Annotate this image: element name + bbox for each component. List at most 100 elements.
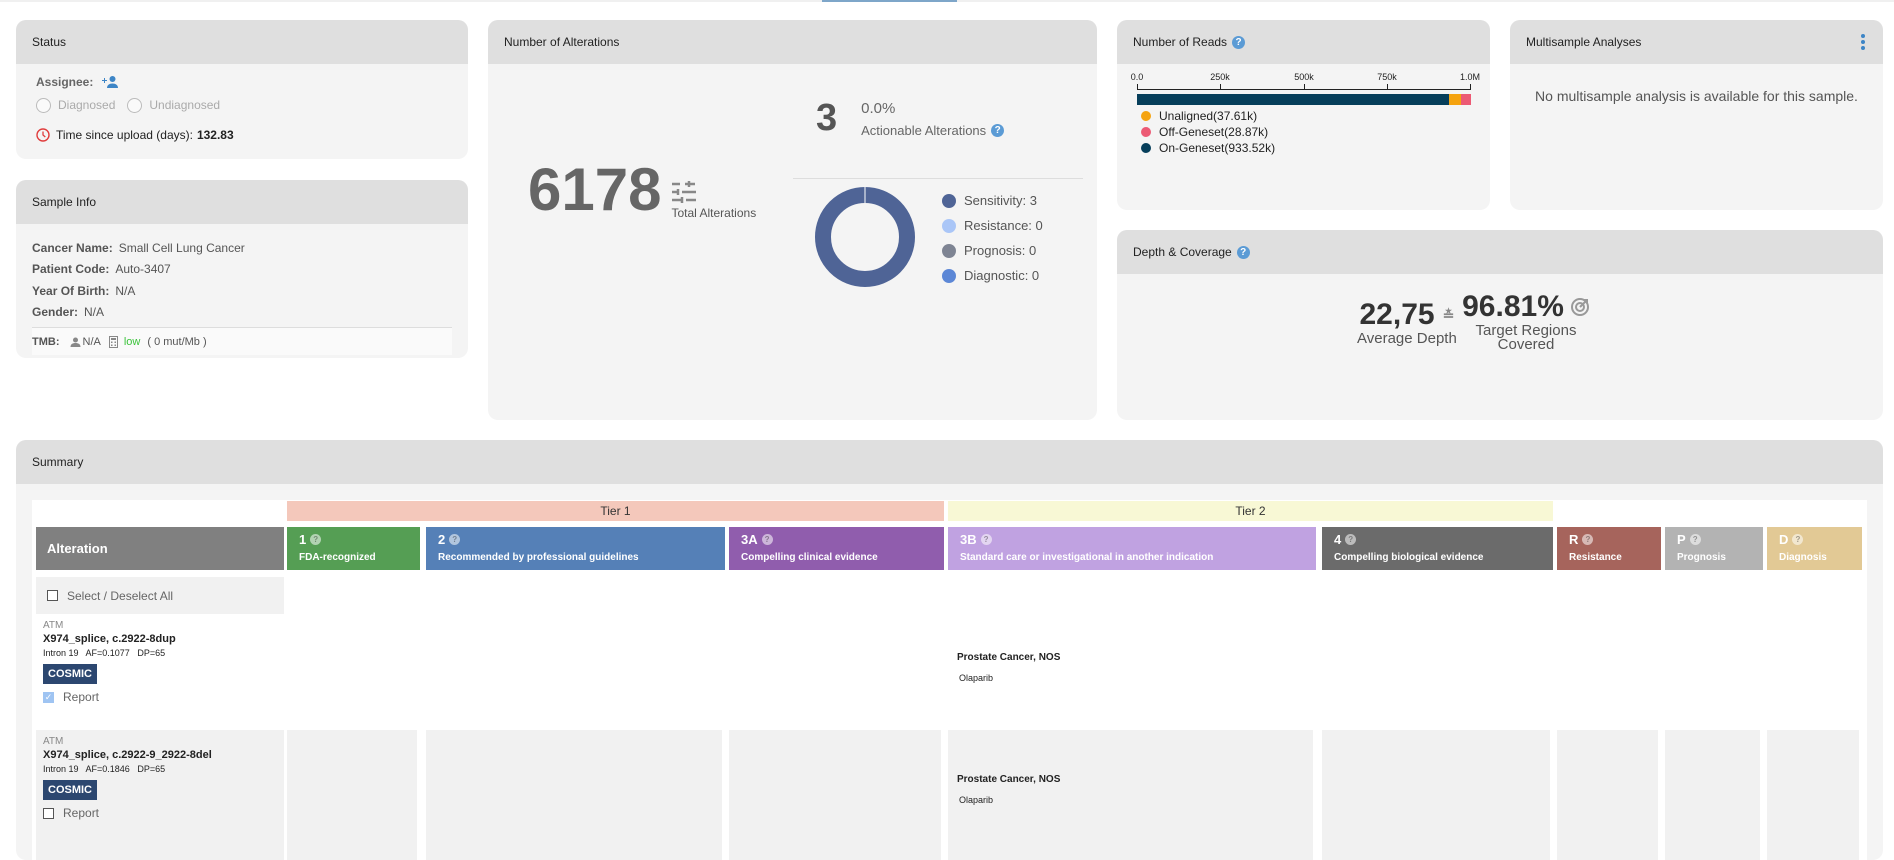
help-icon[interactable]: ? bbox=[991, 123, 1005, 137]
summary-panel: Summary Tier 1 Tier 2 Alteration Select … bbox=[16, 440, 1883, 860]
legend-swatch bbox=[1141, 127, 1151, 137]
column-header-resistance[interactable]: R? Resistance bbox=[1557, 527, 1661, 570]
legend-label: Unaligned(37.61k) bbox=[1159, 109, 1258, 123]
actionable-label: Actionable Alterations bbox=[861, 122, 987, 138]
active-tab-indicator[interactable] bbox=[822, 0, 957, 2]
column-description: Resistance bbox=[1569, 552, 1622, 563]
reads-legend-item[interactable]: On-Geneset(933.52k) bbox=[1141, 140, 1275, 156]
help-icon[interactable]: ? bbox=[310, 533, 322, 545]
tmb-person-value: N/A bbox=[82, 335, 101, 348]
field-key: Gender: bbox=[32, 305, 79, 320]
alteration-name[interactable]: X974_splice, c.2922-8dup bbox=[43, 633, 284, 645]
add-user-icon[interactable] bbox=[101, 75, 119, 89]
help-icon[interactable]: ? bbox=[449, 533, 461, 545]
cosmic-badge[interactable]: COSMIC bbox=[43, 664, 97, 684]
column-header-tier-3b[interactable]: 3B? Standard care or investigational in a… bbox=[948, 527, 1316, 570]
drug-name[interactable]: Olaparib bbox=[957, 673, 1313, 683]
report-checkbox[interactable] bbox=[43, 807, 54, 819]
alteration-name[interactable]: X974_splice, c.2922-9_2922-8del bbox=[43, 749, 284, 761]
status-panel: Status Assignee: Diagnosed Undiagnosed T… bbox=[16, 20, 468, 159]
cosmic-badge[interactable]: COSMIC bbox=[43, 780, 97, 800]
column-code: R bbox=[1569, 531, 1579, 547]
help-icon[interactable]: ? bbox=[1236, 245, 1250, 259]
coverage-label: Target Regions Covered bbox=[1475, 322, 1577, 353]
legend-label: On-Geneset(933.52k) bbox=[1159, 141, 1276, 155]
alteration-column-header[interactable]: Alteration bbox=[36, 527, 284, 570]
column-code: 3B bbox=[960, 531, 977, 547]
column-description: Standard care or investigational in anot… bbox=[960, 552, 1214, 563]
evidence-cell-tier-2 bbox=[426, 730, 722, 860]
time-since-upload-label: Time since upload (days): bbox=[56, 128, 193, 142]
legend-label: Diagnostic: 0 bbox=[964, 268, 1040, 283]
report-label: Report bbox=[63, 806, 100, 820]
total-alterations-label: Total Alterations bbox=[671, 206, 757, 220]
filter-sliders-icon[interactable] bbox=[671, 180, 697, 204]
indication-name[interactable]: Prostate Cancer, NOS bbox=[957, 774, 1313, 785]
column-header-tier-2[interactable]: 2? Recommended by professional guidelines bbox=[426, 527, 725, 570]
legend-item-prognosis[interactable]: Prognosis: 0 bbox=[942, 238, 1043, 263]
tier-2-band: Tier 2 bbox=[948, 501, 1553, 521]
field-value: Auto-3407 bbox=[115, 262, 171, 277]
column-header-diagnosis[interactable]: D? Diagnosis bbox=[1767, 527, 1862, 570]
help-icon[interactable]: ? bbox=[980, 533, 992, 545]
select-all-checkbox[interactable] bbox=[47, 590, 58, 601]
sample-info-panel: Sample Info Cancer Name: Small Cell Lung … bbox=[16, 180, 468, 358]
reads-bar-segment-on-geneset[interactable] bbox=[1137, 94, 1449, 105]
diagnosed-radio[interactable] bbox=[36, 97, 51, 113]
actionable-legend: Sensitivity: 3 Resistance: 0 Prognosis: 0 D… bbox=[942, 188, 1043, 288]
alteration-cell: ATM X974_splice, c.2922-8dup Intron 19 AF=… bbox=[36, 614, 284, 730]
help-icon[interactable]: ? bbox=[1582, 533, 1594, 545]
cancer-name-field: Cancer Name: Small Cell Lung Cancer bbox=[32, 237, 452, 259]
report-checkbox[interactable]: ✓ bbox=[43, 691, 54, 703]
legend-label: Sensitivity: 3 bbox=[964, 193, 1037, 208]
column-header-tier-1[interactable]: 1? FDA-recognized bbox=[287, 527, 420, 570]
undiagnosed-label: Undiagnosed bbox=[149, 98, 221, 112]
coverage-value: 96.81% bbox=[1462, 290, 1564, 323]
column-description: FDA-recognized bbox=[299, 552, 376, 563]
column-header-tier-3a[interactable]: 3A? Compelling clinical evidence bbox=[729, 527, 944, 570]
reads-legend-item[interactable]: Unaligned(37.61k) bbox=[1141, 108, 1275, 124]
evidence-cell-resistance bbox=[1557, 730, 1658, 860]
tier-1-band: Tier 1 bbox=[287, 501, 944, 521]
actionable-percent: 0.0% bbox=[861, 99, 896, 117]
drug-name[interactable]: Olaparib bbox=[957, 795, 1313, 805]
reads-axis: 0.0 250k 500k 750k 1.0M bbox=[1131, 72, 1480, 92]
reads-bar-segment-unaligned[interactable] bbox=[1448, 94, 1462, 105]
more-options-icon[interactable] bbox=[1861, 34, 1867, 50]
gender-field: Gender: N/A bbox=[32, 302, 452, 324]
legend-item-diagnostic[interactable]: Diagnostic: 0 bbox=[942, 263, 1043, 288]
tmb-value: ( 0 mut/Mb ) bbox=[147, 335, 207, 348]
undiagnosed-radio[interactable] bbox=[127, 97, 143, 113]
legend-item-sensitivity[interactable]: Sensitivity: 3 bbox=[942, 188, 1043, 213]
report-label: Report bbox=[63, 690, 100, 704]
time-since-upload-value: 132.83 bbox=[196, 128, 234, 142]
column-header-prognosis[interactable]: P? Prognosis bbox=[1665, 527, 1763, 570]
select-all-row[interactable]: Select / Deselect All bbox=[36, 577, 284, 614]
help-icon[interactable]: ? bbox=[1232, 35, 1246, 49]
axis-tick-label: 500k bbox=[1294, 72, 1314, 82]
evidence-cell-tier-4 bbox=[1322, 730, 1550, 860]
axis-tick bbox=[1220, 84, 1221, 90]
legend-item-resistance[interactable]: Resistance: 0 bbox=[942, 213, 1043, 238]
indication-name[interactable]: Prostate Cancer, NOS bbox=[957, 652, 1313, 663]
divider bbox=[793, 178, 1083, 179]
column-code: 4 bbox=[1334, 531, 1342, 547]
column-code: 1 bbox=[299, 531, 307, 547]
help-icon[interactable]: ? bbox=[1689, 533, 1701, 545]
help-icon[interactable]: ? bbox=[1345, 533, 1357, 545]
reads-legend-item[interactable]: Off-Geneset(28.87k) bbox=[1141, 124, 1275, 140]
summary-table: Tier 1 Tier 2 Alteration Select / Desele… bbox=[32, 500, 1867, 860]
help-icon[interactable]: ? bbox=[761, 533, 773, 545]
column-description: Diagnosis bbox=[1779, 552, 1827, 563]
evidence-cell-tier-1 bbox=[287, 730, 417, 860]
reads-bar-segment-off-geneset[interactable] bbox=[1461, 94, 1471, 105]
donut-slice-sensitivity[interactable] bbox=[815, 187, 915, 287]
axis-tick-label: 750k bbox=[1377, 72, 1397, 82]
average-depth-label: Average Depth bbox=[1357, 330, 1457, 347]
axis-tick bbox=[1387, 84, 1388, 90]
field-key: Cancer Name: bbox=[32, 240, 113, 255]
evidence-cell-tier-4 bbox=[1322, 614, 1550, 730]
axis-tick-label: 1.0M bbox=[1459, 72, 1481, 82]
help-icon[interactable]: ? bbox=[1792, 533, 1804, 545]
column-header-tier-4[interactable]: 4? Compelling biological evidence bbox=[1322, 527, 1553, 570]
